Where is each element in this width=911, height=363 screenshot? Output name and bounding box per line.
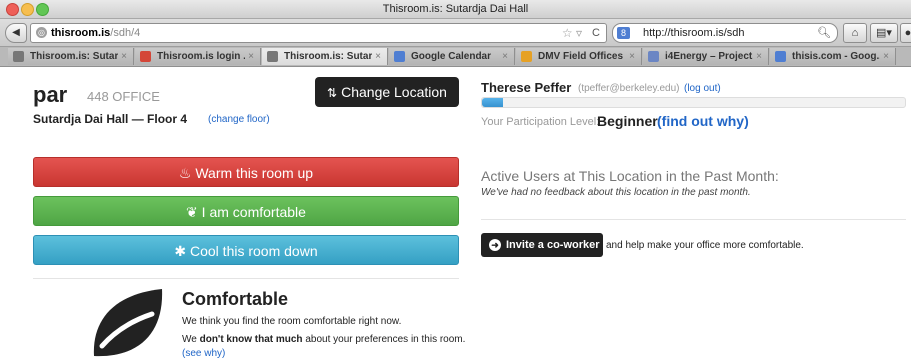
tab-favicon-icon xyxy=(521,51,532,62)
swap-icon: ⇅ xyxy=(327,86,338,100)
tab-close-icon[interactable]: × xyxy=(121,48,127,65)
bookmark-star-icon[interactable]: ☆ ▿ xyxy=(562,24,582,42)
change-location-button[interactable]: ⇅ Change Location xyxy=(315,77,459,107)
logout-link[interactable]: (log out) xyxy=(684,83,721,94)
comfortable-button[interactable]: ❦ I am comfortable xyxy=(33,196,459,226)
divider xyxy=(481,219,906,220)
site-identity-icon[interactable]: ◎ xyxy=(36,27,47,38)
tab-favicon-icon xyxy=(267,51,278,62)
tab-favicon-icon xyxy=(775,51,786,62)
tab-close-icon[interactable]: × xyxy=(375,48,381,65)
active-users-message: We've had no feedback about this locatio… xyxy=(481,187,751,198)
browser-tab[interactable]: Google Calendar × xyxy=(389,48,515,65)
navigation-toolbar: ◀ ◎ thisroom.is/sdh/4 ☆ ▿ C 8 http://thi… xyxy=(0,19,911,47)
tab-favicon-icon xyxy=(13,51,24,62)
search-bar[interactable]: 8 http://thisroom.is/sdh 🔍︎ xyxy=(612,23,838,43)
home-icon: ⌂ xyxy=(851,27,859,39)
reload-icon[interactable]: C xyxy=(592,24,600,42)
see-why-link[interactable]: (see why) xyxy=(182,348,225,359)
search-engine-icon[interactable]: 8 xyxy=(617,27,630,39)
browser-tab[interactable]: DMV Field Offices × xyxy=(516,48,642,65)
back-button[interactable]: ◀ xyxy=(5,23,27,43)
snowflake-icon: ✱ xyxy=(174,243,187,259)
invite-description: and help make your office more comfortab… xyxy=(606,240,804,251)
participation-progress-bar xyxy=(481,97,906,108)
addon-button[interactable]: ● xyxy=(900,23,911,43)
user-email: (tpeffer@berkeley.edu) xyxy=(578,83,680,94)
tab-close-icon[interactable]: × xyxy=(248,48,254,65)
comfortable-label: I am comfortable xyxy=(201,204,306,220)
tab-label: thisis.com - Goog... xyxy=(792,51,880,62)
tab-close-icon[interactable]: × xyxy=(502,48,508,65)
divider xyxy=(33,278,459,279)
back-arrow-icon: ◀ xyxy=(12,27,20,38)
tab-label: Thisroom.is login ... xyxy=(157,51,245,62)
invite-coworker-button[interactable]: ➜ Invite a co-worker xyxy=(481,233,603,257)
window-titlebar: Thisroom.is: Sutardja Dai Hall xyxy=(0,0,911,19)
comfort-status-line2: We don't know that much about your prefe… xyxy=(182,334,466,359)
bookmarks-menu-button[interactable]: ▤▾ xyxy=(870,23,898,43)
addon-icon: ● xyxy=(904,27,911,39)
change-floor-link[interactable]: (change floor) xyxy=(208,114,270,125)
flame-icon: ♨ xyxy=(178,165,192,181)
comfort-status-line1: We think you find the room comfortable r… xyxy=(182,316,402,327)
tab-label: Thisroom.is: Sutar... xyxy=(284,51,372,62)
participation-level-label: Your Participation Level: xyxy=(481,116,600,128)
tab-favicon-icon xyxy=(648,51,659,62)
building-floor: Sutardja Dai Hall — Floor 4 xyxy=(33,112,188,126)
tab-close-icon[interactable]: × xyxy=(883,48,889,65)
find-out-why-link[interactable]: (find out why) xyxy=(657,113,749,129)
tab-favicon-icon xyxy=(394,51,405,62)
tab-bar: Thisroom.is: Sutar... × Thisroom.is login … xyxy=(0,47,911,67)
window-title: Thisroom.is: Sutardja Dai Hall xyxy=(382,3,529,15)
change-location-label: Change Location xyxy=(341,84,447,100)
active-users-title: Active Users at This Location in the Pas… xyxy=(481,168,779,184)
tab-favicon-icon xyxy=(140,51,151,62)
browser-tab[interactable]: Thisroom.is: Sutar... × xyxy=(8,48,134,65)
user-name: Therese Peffer xyxy=(481,80,572,95)
search-text: http://thisroom.is/sdh xyxy=(643,27,745,39)
browser-tab[interactable]: i4Energy – Project... × xyxy=(643,48,769,65)
browser-tab[interactable]: thisis.com - Goog... × xyxy=(770,48,896,65)
cool-room-label: Cool this room down xyxy=(190,243,318,259)
warm-room-button[interactable]: ♨ Warm this room up xyxy=(33,157,459,187)
leaf-status-icon xyxy=(93,289,163,357)
invite-coworker-label: Invite a co-worker xyxy=(506,239,600,251)
cool-room-button[interactable]: ✱ Cool this room down xyxy=(33,235,459,265)
comfort-status-title: Comfortable xyxy=(182,289,289,309)
url-text: thisroom.is/sdh/4 xyxy=(51,27,141,39)
tab-label: DMV Field Offices xyxy=(538,51,624,62)
participation-level-value: Beginner xyxy=(597,113,658,129)
room-code: par xyxy=(33,82,68,107)
tab-label: Thisroom.is: Sutar... xyxy=(30,51,118,62)
tab-close-icon[interactable]: × xyxy=(629,48,635,65)
room-type: 448 OFFICE xyxy=(87,89,160,104)
tab-close-icon[interactable]: × xyxy=(756,48,762,65)
search-icon[interactable]: 🔍︎ xyxy=(817,24,831,42)
arrow-right-icon: ➜ xyxy=(489,239,501,252)
browser-tab[interactable]: Thisroom.is: Sutar... × xyxy=(262,48,388,65)
progress-fill xyxy=(482,98,504,107)
leaf-icon: ❦ xyxy=(186,204,198,220)
url-bar[interactable]: ◎ thisroom.is/sdh/4 ☆ ▿ C xyxy=(30,23,607,43)
tab-label: i4Energy – Project... xyxy=(665,51,753,62)
tab-label: Google Calendar xyxy=(411,51,492,62)
warm-room-label: Warm this room up xyxy=(195,165,314,181)
home-button[interactable]: ⌂ xyxy=(843,23,867,43)
bookmarks-icon: ▤▾ xyxy=(876,27,892,39)
browser-tab[interactable]: Thisroom.is login ... × xyxy=(135,48,261,65)
